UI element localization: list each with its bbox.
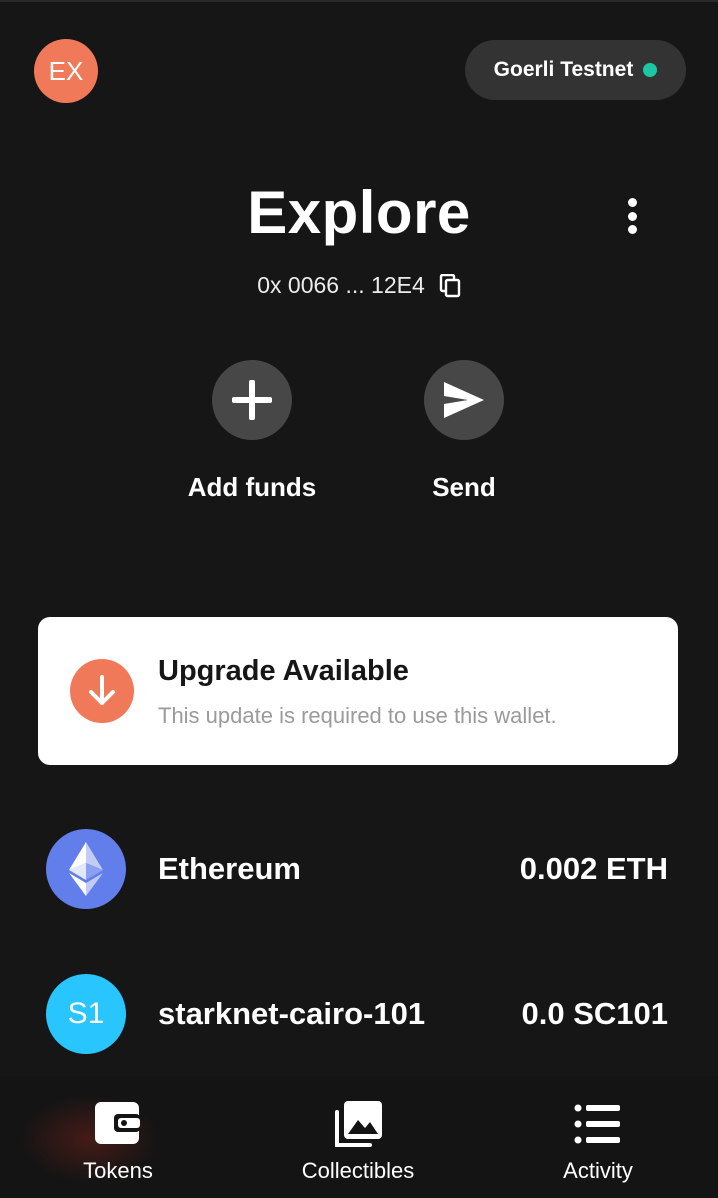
network-label: Goerli Testnet bbox=[493, 58, 634, 81]
list-icon bbox=[572, 1098, 624, 1150]
tab-collectibles-label: Collectibles bbox=[301, 1158, 415, 1183]
account-address: 0x 0066 ... 12E4 bbox=[257, 272, 425, 298]
upgrade-subtitle: This update is required to use this wall… bbox=[158, 703, 557, 728]
token-avatar-text: S1 bbox=[67, 997, 105, 1030]
account-avatar[interactable]: EX bbox=[34, 39, 98, 103]
tab-tokens-label: Tokens bbox=[83, 1158, 153, 1183]
add-funds-label: Add funds bbox=[187, 472, 317, 502]
bottom-navigation: Tokens Collectibles Activity bbox=[0, 1076, 718, 1198]
add-funds-button[interactable]: Add funds bbox=[172, 360, 332, 503]
network-switcher-button[interactable]: Goerli Testnet bbox=[465, 40, 686, 100]
token-avatar: S1 bbox=[46, 974, 126, 1054]
token-balance: 0.0 SC101 bbox=[521, 996, 669, 1031]
token-row-starknet-cairo-101[interactable]: S1 starknet-cairo-101 0.0 SC101 bbox=[0, 974, 718, 1056]
account-name: Explore bbox=[247, 179, 471, 246]
send-arrow-icon bbox=[424, 360, 504, 440]
upgrade-title: Upgrade Available bbox=[158, 655, 409, 687]
tab-activity-label: Activity bbox=[563, 1158, 633, 1183]
token-name: starknet-cairo-101 bbox=[158, 996, 426, 1031]
ethereum-icon bbox=[46, 829, 126, 909]
send-button[interactable]: Send bbox=[384, 360, 544, 503]
top-divider bbox=[0, 0, 718, 2]
avatar-initials: EX bbox=[48, 55, 84, 86]
copy-icon[interactable] bbox=[439, 273, 461, 298]
download-arrow-icon bbox=[70, 659, 134, 723]
tab-activity[interactable]: Activity bbox=[498, 1076, 698, 1198]
tab-collectibles[interactable]: Collectibles bbox=[258, 1076, 458, 1198]
network-status-dot bbox=[643, 63, 658, 77]
address-copy-row[interactable]: 0x 0066 ... 12E4 bbox=[0, 272, 718, 299]
upgrade-banner[interactable]: Upgrade Available This update is require… bbox=[38, 617, 678, 765]
send-label: Send bbox=[432, 472, 496, 502]
gallery-icon bbox=[332, 1098, 384, 1150]
plus-icon bbox=[212, 360, 292, 440]
tab-tokens[interactable]: Tokens bbox=[18, 1076, 218, 1198]
token-row-ethereum[interactable]: Ethereum 0.002 ETH bbox=[0, 829, 718, 911]
token-name: Ethereum bbox=[158, 851, 301, 886]
token-balance: 0.002 ETH bbox=[519, 851, 668, 886]
wallet-icon bbox=[92, 1098, 144, 1150]
more-options-icon[interactable] bbox=[612, 194, 652, 238]
